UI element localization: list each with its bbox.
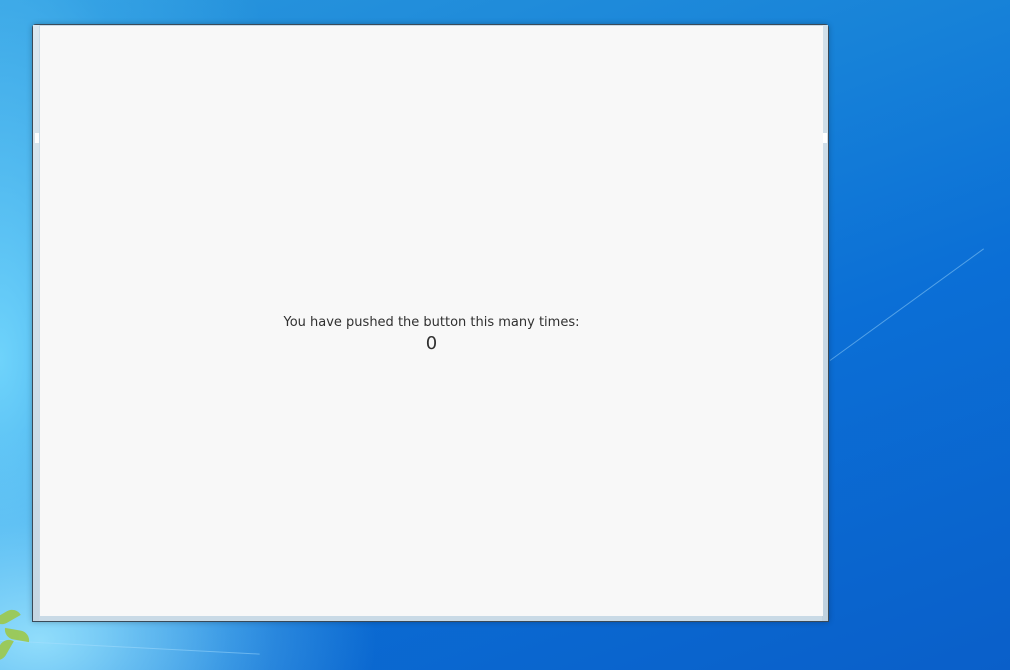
wallpaper-streak [829, 248, 985, 361]
app-window[interactable]: You have pushed the button this many tim… [32, 24, 829, 622]
window-content: You have pushed the button this many tim… [40, 26, 823, 616]
resize-grip-left[interactable] [35, 133, 39, 143]
wallpaper-leaf [0, 606, 21, 628]
window-border-left[interactable] [33, 25, 39, 621]
wallpaper-streak [0, 640, 260, 655]
resize-grip-right[interactable] [823, 133, 827, 143]
counter-message: You have pushed the button this many tim… [283, 315, 580, 330]
counter-value: 0 [425, 333, 438, 354]
